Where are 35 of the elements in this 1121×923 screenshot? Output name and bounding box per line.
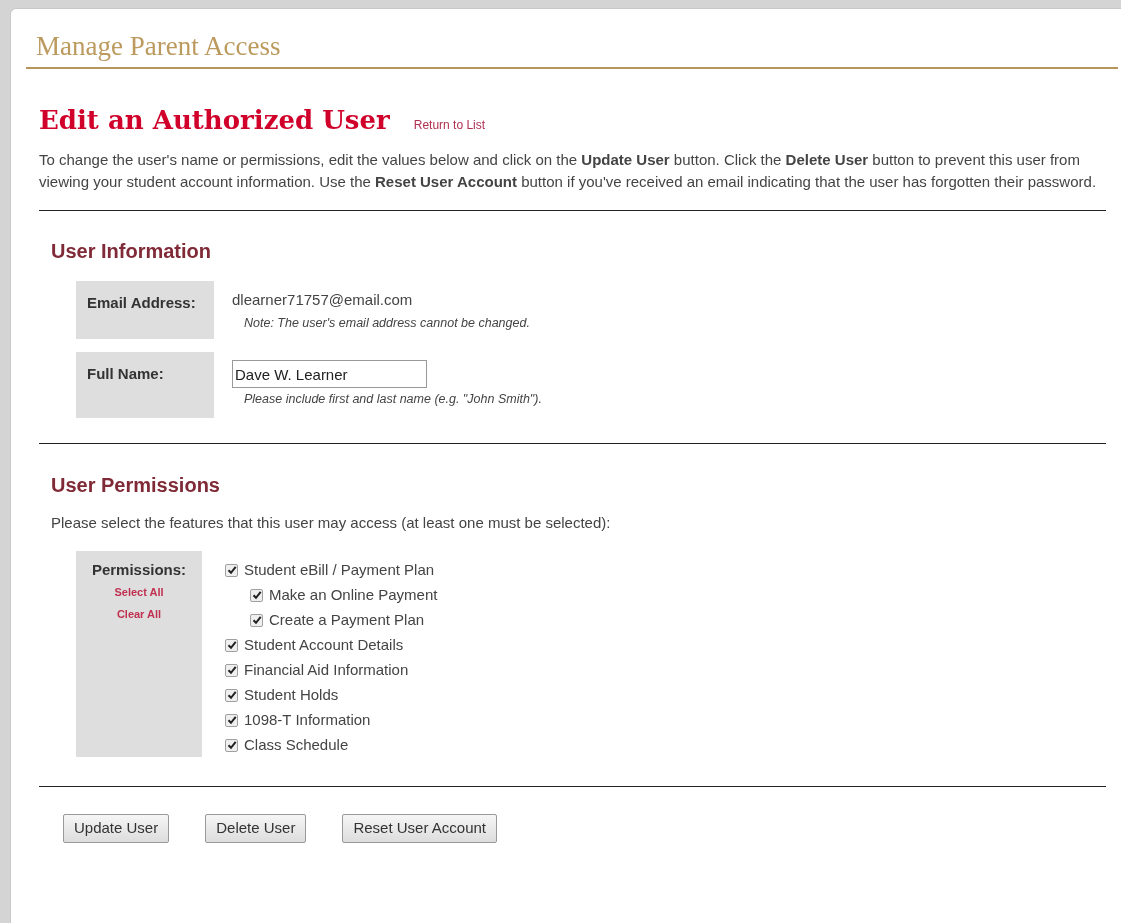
checkbox[interactable] (225, 713, 238, 727)
clear-all-link[interactable]: Clear All (116, 605, 162, 622)
permission-label: Make an Online Payment (269, 584, 438, 605)
return-link[interactable]: Return to List (413, 116, 486, 134)
action-button[interactable]: Reset User Account (342, 813, 497, 843)
checkbox[interactable] (250, 613, 263, 627)
field-label: Full Name: (87, 365, 164, 382)
permission-label: Create a Payment Plan (269, 609, 425, 630)
instruction-text: Please select the features that this user may access (at least one must be selected): (51, 513, 612, 533)
permission-label: Class Schedule (244, 734, 349, 755)
permission-label: Financial Aid Information (244, 659, 409, 680)
select-all-link[interactable]: Select All (114, 584, 164, 601)
field-note: Please include first and last name (e.g. "John Smith"). (244, 391, 542, 408)
permission-label: Student Holds (244, 684, 339, 705)
intro-paragraph: To change the user's name or permissions, edit the values below and click on the Update User button. Click the Delete User button to prevent this user from viewing your student account information. Use the Reset User Account button if you've received an email indicating that the user has forgotten their password. (39, 150, 1098, 192)
email-value: dlearner71757@email.com (232, 290, 414, 310)
action-button[interactable]: Update User (63, 813, 170, 843)
field-note: Note: The user's email address cannot be changed. (244, 314, 530, 332)
permission-label: 1098-T Information (244, 709, 371, 730)
page-heading: Edit an Authorized User (39, 104, 390, 137)
checkbox[interactable] (225, 688, 238, 702)
action-button[interactable]: Delete User (205, 813, 307, 843)
field-label: Email Address: (87, 294, 196, 311)
checkbox[interactable] (250, 588, 263, 602)
section-heading: User Permissions (51, 473, 221, 498)
field-label: Permissions: (91, 559, 187, 580)
section-heading: User Information (51, 239, 213, 264)
page-title: Manage Parent Access (36, 30, 281, 63)
checkbox[interactable] (225, 738, 238, 752)
checkbox[interactable] (225, 638, 238, 652)
permission-label: Student eBill / Payment Plan (244, 559, 435, 580)
checkbox[interactable] (225, 663, 238, 677)
checkbox[interactable] (225, 563, 238, 577)
full-name-field[interactable]: Dave W. Learner (232, 360, 427, 388)
permission-label: Student Account Details (244, 634, 404, 655)
